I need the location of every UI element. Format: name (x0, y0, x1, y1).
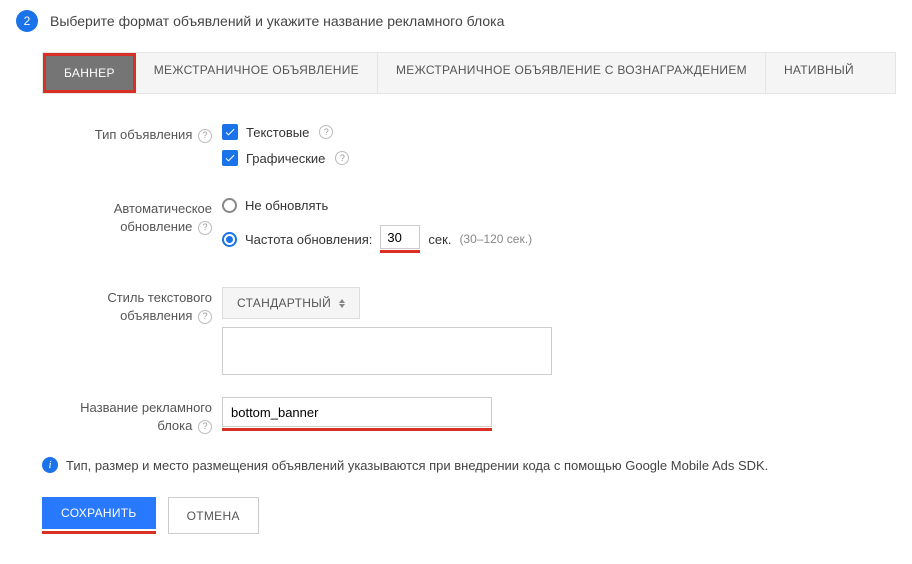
checkbox-graphic-label: Графические (246, 151, 325, 166)
info-text: Тип, размер и место размещения объявлени… (66, 458, 768, 473)
row-ad-name: Название рекламного блока ? (42, 397, 896, 435)
style-preview-box (222, 327, 552, 375)
help-icon[interactable]: ? (319, 125, 333, 139)
info-bar: i Тип, размер и место размещения объявле… (42, 457, 896, 473)
style-dropdown[interactable]: СТАНДАРТНЫЙ (222, 287, 360, 319)
refresh-hint: (30–120 сек.) (459, 232, 532, 246)
radio-refresh-rate[interactable] (222, 232, 237, 247)
tab-native[interactable]: НАТИВНЫЙ (766, 53, 872, 93)
ad-name-input[interactable] (222, 397, 492, 427)
check-icon (224, 152, 236, 164)
label-ad-name: Название рекламного блока ? (42, 397, 222, 435)
refresh-input-wrap (380, 225, 420, 253)
label-auto-refresh: Автоматическое обновление ? (42, 198, 222, 236)
cancel-button[interactable]: ОТМЕНА (168, 497, 259, 534)
label-ad-type: Тип объявления ? (42, 124, 222, 144)
refresh-rate-input[interactable] (380, 225, 420, 249)
row-auto-refresh: Автоматическое обновление ? Не обновлять… (42, 198, 896, 265)
step-number-badge: 2 (16, 10, 38, 32)
help-icon[interactable]: ? (198, 129, 212, 143)
tab-interstitial[interactable]: МЕЖСТРАНИЧНОЕ ОБЪЯВЛЕНИЕ (136, 53, 378, 93)
tab-banner-highlight: БАННЕР (43, 53, 136, 93)
label-text-style: Стиль текстового объявления ? (42, 287, 222, 325)
label-ad-type-text: Тип объявления (95, 127, 193, 142)
ad-name-underline (222, 428, 492, 431)
radio-refresh-rate-label: Частота обновления: (245, 232, 372, 247)
tab-banner[interactable]: БАННЕР (46, 56, 133, 90)
row-ad-type: Тип объявления ? Текстовые ? Графические… (42, 124, 896, 176)
radio-no-refresh[interactable] (222, 198, 237, 213)
step-title: Выберите формат объявлений и укажите наз… (50, 13, 504, 29)
check-icon (224, 126, 236, 138)
help-icon[interactable]: ? (198, 221, 212, 235)
help-icon[interactable]: ? (198, 420, 212, 434)
tab-rewarded[interactable]: МЕЖСТРАНИЧНОЕ ОБЪЯВЛЕНИЕ С ВОЗНАГРАЖДЕНИ… (378, 53, 766, 93)
save-button-underline (42, 531, 156, 534)
format-tabs: БАННЕР МЕЖСТРАНИЧНОЕ ОБЪЯВЛЕНИЕ МЕЖСТРАН… (42, 52, 896, 94)
checkbox-graphic-ads[interactable] (222, 150, 238, 166)
checkbox-text-label: Текстовые (246, 125, 309, 140)
help-icon[interactable]: ? (335, 151, 349, 165)
style-selected-label: СТАНДАРТНЫЙ (237, 296, 331, 310)
actions: СОХРАНИТЬ ОТМЕНА (42, 497, 896, 534)
radio-no-refresh-label: Не обновлять (245, 198, 328, 213)
row-text-style: Стиль текстового объявления ? СТАНДАРТНЫ… (42, 287, 896, 375)
save-button[interactable]: СОХРАНИТЬ (42, 497, 156, 529)
refresh-unit: сек. (428, 232, 451, 247)
info-icon: i (42, 457, 58, 473)
sort-icon (339, 299, 345, 308)
help-icon[interactable]: ? (198, 310, 212, 324)
checkbox-text-ads[interactable] (222, 124, 238, 140)
step-header: 2 Выберите формат объявлений и укажите н… (16, 10, 896, 32)
